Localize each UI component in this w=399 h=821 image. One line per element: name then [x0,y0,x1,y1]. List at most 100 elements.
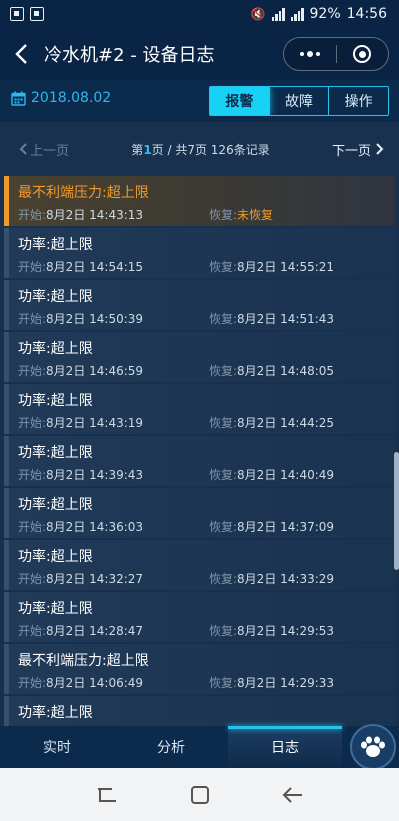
system-nav-bar [0,768,399,821]
record-start: 开始:8月2日 14:39:43 [18,466,143,483]
notification-icons [10,7,44,21]
end-label: 恢复: [209,312,238,326]
paw-button[interactable] [350,724,396,770]
record-start: 开始:8月2日 14:32:27 [18,570,143,587]
nav-tab-log[interactable]: 日志 [228,726,342,768]
toolbar: 2018.08.02 报警 故障 操作 [0,80,399,122]
back-button[interactable] [0,28,44,80]
wifi-signal-icon [271,7,285,21]
status-time: 14:56 [346,6,387,22]
record-start: 开始:8月2日 14:36:03 [18,518,143,535]
start-time: 8月2日 14:36:03 [46,520,144,534]
list-item[interactable]: 功率:超上限 开始:8月2日 14:43:19 恢复:8月2日 14:44:25 [4,384,395,434]
start-time: 8月2日 14:32:27 [46,572,144,586]
date-picker[interactable]: 2018.08.02 [11,90,111,106]
start-label: 开始: [18,468,47,482]
end-label: 恢复: [209,520,238,534]
nav-tab-realtime[interactable]: 实时 [0,726,114,768]
target-icon [353,45,372,63]
back-nav-button[interactable] [273,775,313,815]
start-label: 开始: [18,572,47,586]
end-label: 恢复: [209,676,238,690]
end-label: 恢复: [209,416,238,430]
end-time: 8月2日 14:29:53 [237,624,335,638]
end-time: 8月2日 14:55:21 [237,260,335,274]
start-label: 开始: [18,364,47,378]
list-item[interactable]: 功率:超上限 开始:8月2日 14:36:03 恢复:8月2日 14:37:09 [4,488,395,538]
log-type-tabs: 报警 故障 操作 [209,86,389,116]
end-label: 恢复: [209,468,238,482]
record-name: 功率:超上限 [18,393,93,409]
start-label: 开始: [18,624,47,638]
date-label: 2018.08.02 [31,90,112,106]
pager: 上一页 第1页 / 共7页 126条记录 下一页 [0,122,399,176]
start-time: 8月2日 14:46:59 [46,364,144,378]
start-time: 8月2日 14:28:47 [46,624,144,638]
recent-apps-button[interactable] [87,775,127,815]
bottom-nav: 实时 分析 日志 [0,726,399,768]
page-info: 第1页 / 共7页 126条记录 [131,141,269,158]
list-item[interactable]: 最不利端压力:超上限 开始:8月2日 14:06:49 恢复:8月2日 14:2… [4,644,395,694]
title-bar: 冷水机#2 - 设备日志 [0,28,399,80]
tab-operation[interactable]: 操作 [328,87,388,115]
record-end: 恢复:8月2日 14:48:05 [209,362,334,379]
end-label: 恢复: [209,624,238,638]
chevron-right-icon [376,143,384,155]
more-dots-icon [299,51,320,57]
start-label: 开始: [18,208,47,222]
record-name: 功率:超上限 [18,237,93,253]
list-item[interactable]: 最不利端压力:超上限 开始:8月2日 14:43:13 恢复:未恢复 [4,176,395,226]
end-time: 8月2日 14:37:09 [237,520,335,534]
scrollbar-thumb[interactable] [394,452,399,570]
record-name: 功率:超上限 [18,289,93,305]
end-label: 恢复: [209,208,238,222]
end-time: 8月2日 14:51:43 [237,312,335,326]
prev-page-button[interactable]: 上一页 [18,140,69,159]
record-start: 开始:8月2日 14:28:47 [18,622,143,639]
record-start: 开始:8月2日 14:06:49 [18,674,143,691]
start-time: 8月2日 14:39:43 [46,468,144,482]
start-time: 8月2日 14:50:39 [46,312,144,326]
close-miniprogram-button[interactable] [337,38,389,70]
record-name: 功率:超上限 [18,445,93,461]
record-end: 恢复:8月2日 14:51:43 [209,310,334,327]
list-item[interactable]: 功率:超上限 [4,696,395,726]
more-button[interactable] [284,38,336,70]
mute-icon: 🔇 [250,7,266,21]
start-time: 8月2日 14:43:13 [46,208,144,222]
list-item[interactable]: 功率:超上限 开始:8月2日 14:28:47 恢复:8月2日 14:29:53 [4,592,395,642]
calendar-icon [11,91,26,106]
record-end: 恢复:8月2日 14:29:53 [209,622,334,639]
record-name: 功率:超上限 [18,497,93,513]
list-item[interactable]: 功率:超上限 开始:8月2日 14:46:59 恢复:8月2日 14:48:05 [4,332,395,382]
status-indicators: 🔇 92% 14:56 [251,6,387,22]
page-info-suffix: 页 / 共7页 126条记录 [151,142,270,157]
list-item[interactable]: 功率:超上限 开始:8月2日 14:50:39 恢复:8月2日 14:51:43 [4,280,395,330]
next-page-label: 下一页 [331,143,371,159]
record-start: 开始:8月2日 14:50:39 [18,310,143,327]
current-page: 1 [143,142,152,157]
tab-alarm[interactable]: 报警 [210,87,269,115]
tab-fault[interactable]: 故障 [268,87,329,115]
prev-page-label: 上一页 [30,143,70,159]
log-list-area: 上一页 第1页 / 共7页 126条记录 下一页 最不利端压力:超上限 开始:8… [0,122,399,726]
next-page-button[interactable]: 下一页 [332,140,385,159]
list-item[interactable]: 功率:超上限 开始:8月2日 14:54:15 恢复:8月2日 14:55:21 [4,228,395,278]
record-name: 功率:超上限 [18,705,93,721]
nav-tab-analysis[interactable]: 分析 [114,726,228,768]
start-time: 8月2日 14:43:19 [46,416,144,430]
end-time: 8月2日 14:44:25 [237,416,335,430]
record-end: 恢复:8月2日 14:55:21 [209,258,334,275]
home-button[interactable] [180,775,220,815]
end-label: 恢复: [209,364,238,378]
status-bar: 🔇 92% 14:56 [0,0,399,28]
start-label: 开始: [18,676,47,690]
record-name: 功率:超上限 [18,549,93,565]
list-item[interactable]: 功率:超上限 开始:8月2日 14:32:27 恢复:8月2日 14:33:29 [4,540,395,590]
chevron-left-icon [15,44,27,64]
start-time: 8月2日 14:06:49 [46,676,144,690]
start-label: 开始: [18,520,47,534]
record-end: 恢复:未恢复 [209,206,273,223]
end-time: 8月2日 14:33:29 [237,572,335,586]
list-item[interactable]: 功率:超上限 开始:8月2日 14:39:43 恢复:8月2日 14:40:49 [4,436,395,486]
